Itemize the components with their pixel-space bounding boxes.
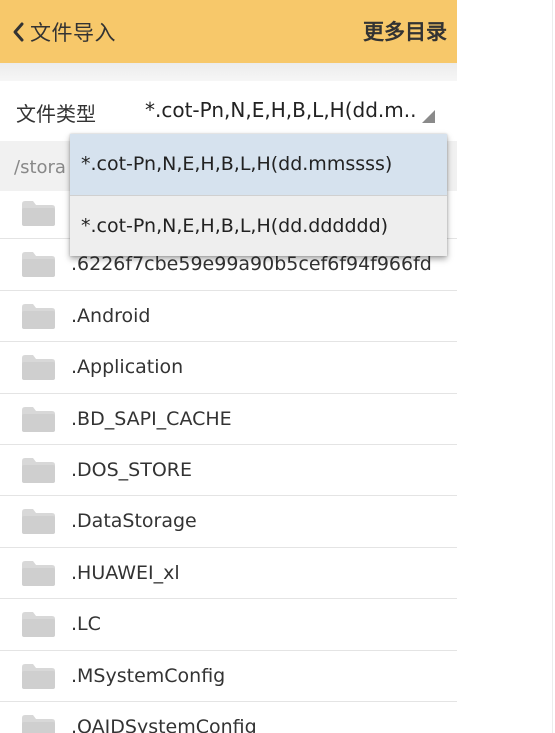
more-directories-button[interactable]: 更多目录 [363,16,447,46]
folder-icon [22,509,55,535]
file-name: .Android [71,304,151,327]
list-item[interactable]: .Android [0,291,457,343]
file-list: .6226f7cbe59e99a90b5cef6f94f966fd .Andro… [0,188,457,733]
list-item[interactable]: .MSystemConfig [0,651,457,702]
file-type-selected-value: *.cot-Pn,N,E,H,B,L,H(dd.m.. [145,98,417,122]
dropdown-triangle-icon [422,110,435,123]
list-item[interactable]: .LC [0,599,457,651]
file-type-row: 文件类型 *.cot-Pn,N,E,H,B,L,H(dd.m.. [0,81,457,141]
file-name: .BD_SAPI_CACHE [71,407,232,430]
folder-icon [22,406,55,432]
list-item[interactable]: .Application [0,342,457,394]
file-name: .Application [71,356,184,379]
folder-icon [22,355,55,381]
folder-icon [22,560,55,586]
list-item[interactable]: .DataStorage [0,496,457,548]
header-title: 文件导入 [30,21,116,45]
file-type-dropdown: *.cot-Pn,N,E,H,B,L,H(dd.mmssss) *.cot-Pn… [70,134,447,256]
file-name: .HUAWEI_xl [71,561,180,584]
file-name: .LC [71,613,101,636]
file-import-screen: 文件导入 更多目录 文件类型 *.cot-Pn,N,E,H,B,L,H(dd.m… [0,0,457,733]
file-name: .6226f7cbe59e99a90b5cef6f94f966fd [71,253,432,276]
chevron-left-icon [8,17,28,47]
folder-icon [22,303,55,329]
folder-icon [22,612,55,638]
blank-margin [457,0,555,733]
list-item[interactable]: .HUAWEI_xl [0,548,457,600]
current-path: /stora [14,157,66,178]
list-item[interactable]: .OAIDSystemConfig [0,702,457,733]
app-header: 文件导入 更多目录 [0,0,457,63]
folder-icon [22,252,55,278]
file-name: .MSystemConfig [71,664,226,687]
folder-icon [22,714,55,733]
dropdown-option-mmssss[interactable]: *.cot-Pn,N,E,H,B,L,H(dd.mmssss) [70,134,447,195]
file-type-label: 文件类型 [16,102,96,126]
folder-icon [22,663,55,689]
folder-icon [22,457,55,483]
folder-icon [22,201,55,226]
list-item[interactable]: .BD_SAPI_CACHE [0,394,457,445]
margin-edge [552,0,553,733]
file-name: .DOS_STORE [71,458,193,481]
dropdown-option-label: *.cot-Pn,N,E,H,B,L,H(dd.mmssss) [81,153,393,175]
file-name: .OAIDSystemConfig [71,715,257,733]
file-name: .DataStorage [71,510,197,533]
file-type-select[interactable]: *.cot-Pn,N,E,H,B,L,H(dd.m.. [145,98,437,126]
header-divider [0,63,457,81]
dropdown-option-label: *.cot-Pn,N,E,H,B,L,H(dd.dddddd) [81,215,389,237]
dropdown-option-dddddd[interactable]: *.cot-Pn,N,E,H,B,L,H(dd.dddddd) [70,195,447,256]
back-button[interactable]: 文件导入 [8,14,116,50]
list-item[interactable]: .DOS_STORE [0,445,457,497]
